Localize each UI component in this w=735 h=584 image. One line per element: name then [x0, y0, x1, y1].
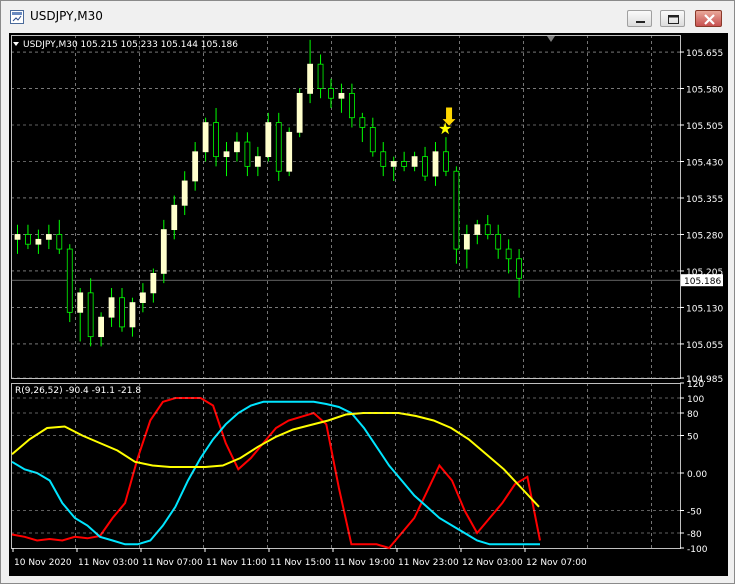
time-tick-label: 11 Nov 03:00: [78, 558, 139, 568]
candle-body: [317, 63, 324, 89]
candle-body: [77, 292, 84, 313]
candle-body: [411, 156, 418, 167]
price-tick-label: 105.280: [686, 231, 723, 241]
maximize-icon: [668, 15, 679, 24]
candle-body: [119, 297, 125, 328]
title-bar[interactable]: USDJPY,M30: [1, 1, 734, 31]
indicator-tick-label: -100: [687, 545, 708, 555]
time-tick-label: 11 Nov 07:00: [142, 558, 203, 568]
candle-body: [234, 141, 240, 153]
candle-body: [129, 302, 136, 328]
indicator-line-3: [11, 412, 540, 508]
candle-body: [45, 234, 52, 240]
indicator-tick-label: 80: [687, 410, 699, 420]
candle-body: [244, 141, 251, 167]
time-tick-label: 12 Nov 07:00: [526, 558, 587, 568]
indicator-tick-label: 100: [687, 395, 704, 405]
candle-body: [390, 161, 397, 167]
candle-body: [338, 92, 345, 99]
candle-body: [14, 234, 21, 240]
chart-canvas[interactable]: 105.655 105.580 105.505 105.430 105.355 105.2…: [9, 33, 728, 576]
candle-body: [150, 272, 157, 294]
candle-body: [35, 238, 42, 245]
candle-body: [171, 204, 178, 231]
candle-body: [202, 122, 209, 153]
minimize-icon: [636, 21, 645, 23]
indicator-header: R(9,26,52) -90.4 -91.1 -21.8: [15, 386, 141, 396]
close-button[interactable]: [695, 10, 722, 27]
candle-body: [495, 234, 502, 250]
candle-body: [286, 131, 293, 172]
chart-shift-marker[interactable]: [547, 36, 555, 42]
candle-body: [87, 292, 94, 338]
price-tick-label: 105.430: [686, 158, 723, 168]
candle-body: [484, 224, 491, 235]
candle-body: [139, 292, 146, 303]
indicator-tick-label: 0.00: [687, 470, 707, 480]
candle-body: [474, 224, 481, 235]
window-title: USDJPY,M30: [30, 9, 103, 23]
maximize-button[interactable]: [660, 10, 685, 27]
candle-body: [505, 248, 512, 260]
candle-body: [56, 234, 63, 250]
price-tick-label: 105.355: [686, 195, 723, 205]
time-tick-label: 10 Nov 2020: [14, 558, 72, 568]
candle-body: [401, 161, 408, 167]
candle-body: [516, 258, 523, 279]
time-tick-label: 11 Nov 15:00: [270, 558, 331, 568]
indicator-tick-label: -50: [687, 508, 702, 518]
candle-body: [25, 234, 31, 245]
chart-area[interactable]: 105.655 105.580 105.505 105.430 105.355 105.2…: [9, 33, 728, 576]
price-tick-label: 105.655: [686, 49, 723, 59]
chart-window-icon: [10, 9, 24, 24]
candle-body: [296, 92, 303, 133]
candle-body: [307, 63, 314, 94]
candle-body: [369, 127, 376, 153]
candle-body: [254, 156, 261, 167]
time-tick-label: 11 Nov 19:00: [334, 558, 395, 568]
candle-body: [348, 92, 355, 119]
indicator-tick-label: 50: [687, 433, 699, 443]
candle-body: [463, 234, 470, 250]
chart-window: USDJPY,M30 105.655 105.580 105.505 105.430 1…: [0, 0, 735, 584]
price-tick-label: 105.505: [686, 122, 723, 132]
candle-body: [223, 151, 230, 158]
candle-body: [265, 122, 272, 158]
candle-body: [443, 151, 449, 172]
candle-body: [181, 180, 188, 206]
price-tick-label: 105.130: [686, 304, 723, 314]
candle-body: [192, 151, 199, 182]
time-tick-label: 11 Nov 11:00: [206, 558, 267, 568]
candle-body: [275, 122, 282, 172]
indicator-tick-label: 120: [687, 380, 704, 390]
price-tick-label: 105.055: [686, 341, 723, 351]
candle-body: [432, 151, 439, 177]
candle-body: [66, 248, 73, 313]
time-tick-label: 11 Nov 23:00: [398, 558, 459, 568]
price-tick-label: 105.580: [686, 86, 723, 96]
candle-body: [328, 88, 334, 99]
candle-body: [108, 297, 115, 318]
price-header: USDJPY,M30 105.215 105.233 105.144 105.1…: [23, 40, 238, 50]
indicator-tick-label: -80: [687, 530, 702, 540]
dropdown-triangle-icon[interactable]: [13, 42, 19, 46]
price-panel-frame: [11, 35, 681, 379]
candle-body: [453, 170, 460, 250]
down-arrow-icon: ⬇: [439, 103, 459, 131]
candle-body: [213, 122, 219, 158]
minimize-button[interactable]: [627, 10, 652, 27]
candle-body: [359, 117, 366, 128]
time-tick-label: 12 Nov 03:00: [462, 558, 523, 568]
candle-body: [380, 151, 387, 167]
candle-body: [422, 156, 428, 177]
current-price-label: 105.186: [684, 277, 721, 287]
close-icon: [704, 14, 715, 25]
candle-body: [160, 229, 167, 274]
candle-body: [98, 316, 104, 338]
